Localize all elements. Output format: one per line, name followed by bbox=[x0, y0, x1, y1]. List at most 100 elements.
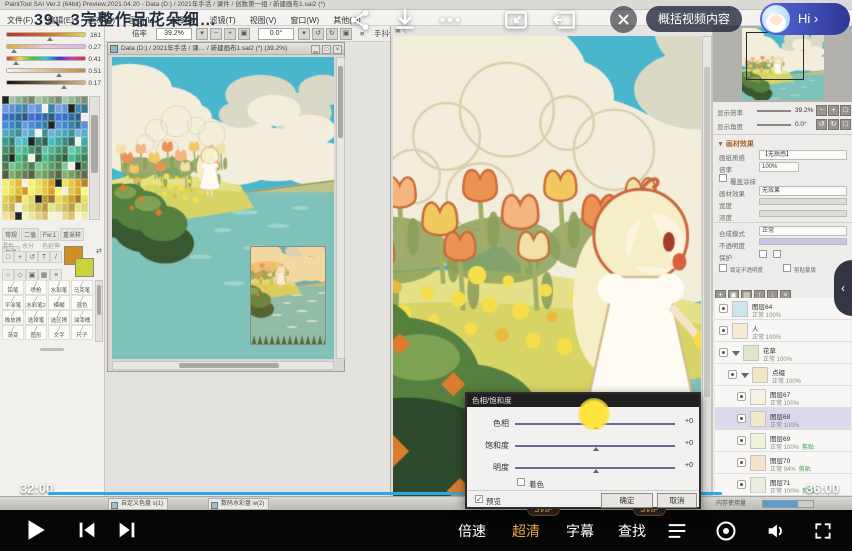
swatch-cell[interactable] bbox=[2, 137, 9, 145]
layer-visibility-icon[interactable] bbox=[719, 348, 728, 357]
swatch-cell[interactable] bbox=[22, 154, 29, 162]
swatch-cell[interactable] bbox=[55, 113, 62, 121]
layer-row[interactable]: 点缀正常 100% bbox=[715, 364, 851, 386]
swatch-cell[interactable] bbox=[55, 179, 62, 187]
subtitles-button[interactable]: 字幕 bbox=[566, 521, 594, 541]
swatch-cell[interactable] bbox=[62, 187, 69, 195]
color-slider-marker[interactable] bbox=[13, 61, 19, 65]
swatch-cell[interactable] bbox=[55, 203, 62, 211]
swatch-cell[interactable] bbox=[68, 179, 75, 187]
cancel-button[interactable]: 取消 bbox=[657, 493, 697, 508]
volume-icon[interactable] bbox=[764, 520, 788, 547]
swatch-cell[interactable] bbox=[35, 137, 42, 145]
brush-item[interactable]: ╱选区擦 bbox=[48, 310, 70, 325]
canvas-vscroll-thumb[interactable] bbox=[338, 66, 343, 138]
swatch-cell[interactable] bbox=[68, 104, 75, 112]
swatch-cell[interactable] bbox=[62, 195, 69, 203]
swatch-cell[interactable] bbox=[28, 187, 35, 195]
layer-visibility-icon[interactable] bbox=[719, 326, 728, 335]
color-slider-marker[interactable] bbox=[56, 73, 62, 77]
more-icon[interactable] bbox=[437, 7, 463, 33]
swatch-cell[interactable] bbox=[9, 162, 16, 170]
swatch-cell[interactable] bbox=[68, 154, 75, 162]
swatch-cell[interactable] bbox=[75, 170, 82, 178]
swatch-cell[interactable] bbox=[15, 146, 22, 154]
colorize-checkbox[interactable] bbox=[517, 478, 525, 486]
swatch-cell[interactable] bbox=[28, 195, 35, 203]
swatch-cell[interactable] bbox=[28, 104, 35, 112]
swatch-cell[interactable] bbox=[42, 179, 49, 187]
nav-zoom-in-button[interactable]: + bbox=[828, 105, 839, 116]
swatch-cell[interactable] bbox=[2, 170, 9, 178]
swatch-cell[interactable] bbox=[48, 113, 55, 121]
layer-row[interactable]: 图层64正常 100% bbox=[715, 298, 851, 320]
swatch-cell[interactable] bbox=[42, 104, 49, 112]
swatch-cell[interactable] bbox=[22, 195, 29, 203]
swatch-cell[interactable] bbox=[81, 154, 88, 162]
swatch-cell[interactable] bbox=[22, 212, 29, 220]
swatch-cell[interactable] bbox=[2, 113, 9, 121]
panel-resize-handle[interactable] bbox=[40, 348, 64, 351]
menu-item[interactable]: 视图(V) bbox=[243, 13, 284, 26]
swatch-cell[interactable] bbox=[55, 137, 62, 145]
canvas-vscrollbar[interactable] bbox=[336, 57, 345, 359]
swatch-cell[interactable] bbox=[22, 113, 29, 121]
overlay-checkbox[interactable] bbox=[719, 174, 727, 182]
navigator[interactable] bbox=[713, 26, 852, 102]
swatch-cell[interactable] bbox=[75, 187, 82, 195]
color-slider-marker[interactable] bbox=[11, 49, 17, 53]
zoom-reset-button[interactable]: ▣ bbox=[238, 28, 250, 40]
swatch-cell[interactable] bbox=[81, 179, 88, 187]
color-slider[interactable]: 0.51 bbox=[2, 66, 103, 78]
swatch-cell[interactable] bbox=[2, 121, 9, 129]
swatch-cell[interactable] bbox=[28, 179, 35, 187]
swatch-cell[interactable] bbox=[48, 162, 55, 170]
brush-item[interactable]: ╱水彩笔 bbox=[48, 280, 70, 295]
swatch-cell[interactable] bbox=[68, 146, 75, 154]
swatch-cell[interactable] bbox=[9, 212, 16, 220]
swatch-cell[interactable] bbox=[62, 129, 69, 137]
swatch-cell[interactable] bbox=[48, 146, 55, 154]
swatch-cell[interactable] bbox=[62, 137, 69, 145]
swatch-cell[interactable] bbox=[28, 113, 35, 121]
brush-item[interactable]: ╱铅笔 bbox=[2, 280, 24, 295]
brush-item[interactable]: ╱文字 bbox=[48, 325, 70, 340]
canvas-hscroll-thumb[interactable] bbox=[179, 363, 279, 368]
swatch-cell[interactable] bbox=[68, 96, 75, 104]
previous-episode-button[interactable] bbox=[76, 519, 98, 546]
summarize-video-button[interactable]: 概括视频内容 bbox=[646, 6, 742, 32]
color-slider-marker[interactable] bbox=[47, 37, 53, 41]
swatch-cell[interactable] bbox=[68, 203, 75, 211]
opacity-slider[interactable] bbox=[759, 238, 847, 245]
swatch-cell[interactable] bbox=[81, 104, 88, 112]
swatch-cell[interactable] bbox=[28, 162, 35, 170]
quality-button[interactable]: 超清 bbox=[512, 521, 540, 541]
swatch-cell[interactable] bbox=[62, 162, 69, 170]
next-episode-button[interactable] bbox=[116, 519, 138, 546]
color-slider-marker[interactable] bbox=[61, 85, 67, 89]
canvas-hscrollbar[interactable] bbox=[112, 361, 334, 370]
brush-scrollbar[interactable] bbox=[95, 280, 103, 342]
swatch-cell[interactable] bbox=[48, 121, 55, 129]
swatch-cell[interactable] bbox=[35, 179, 42, 187]
color-slider[interactable]: 0.41 bbox=[2, 54, 103, 66]
tool-icon[interactable]: T bbox=[38, 251, 50, 263]
swatch-cell[interactable] bbox=[48, 154, 55, 162]
swatch-cell[interactable] bbox=[42, 203, 49, 211]
swatch-cell[interactable] bbox=[35, 154, 42, 162]
swatch-cell[interactable] bbox=[81, 212, 88, 220]
swatch-cell[interactable] bbox=[28, 146, 35, 154]
swatch-cell[interactable] bbox=[42, 121, 49, 129]
canvas-window-titlebar[interactable]: Data (D:) / 2021年手活 / 课… / 新建画布1.sai2 (*… bbox=[108, 43, 344, 55]
clip-mask-checkbox[interactable] bbox=[783, 264, 791, 272]
swatch-cell[interactable] bbox=[42, 154, 49, 162]
swatch-cell[interactable] bbox=[35, 104, 42, 112]
swatch-cell[interactable] bbox=[68, 113, 75, 121]
protect-position-checkbox[interactable] bbox=[773, 250, 781, 258]
float-window-icon[interactable] bbox=[551, 7, 577, 33]
layer-row[interactable]: 图层68正常 100% bbox=[715, 408, 851, 430]
swatch-cell[interactable] bbox=[15, 195, 22, 203]
record-screen-icon[interactable] bbox=[714, 519, 738, 548]
swatch-cell[interactable] bbox=[68, 195, 75, 203]
swatch-cell[interactable] bbox=[48, 104, 55, 112]
